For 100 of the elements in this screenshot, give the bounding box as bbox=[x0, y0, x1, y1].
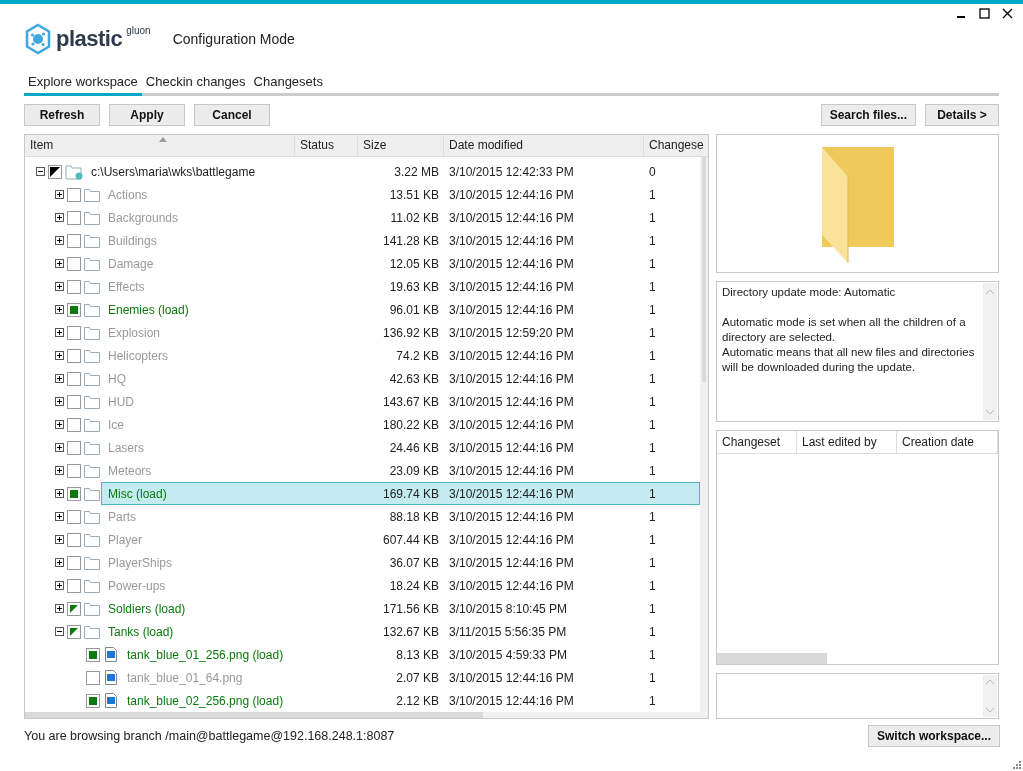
expand-icon[interactable] bbox=[55, 213, 64, 222]
item-name: Misc (load) bbox=[107, 485, 168, 503]
toolbar-button[interactable]: Cancel bbox=[194, 104, 270, 126]
checkbox[interactable] bbox=[67, 578, 81, 593]
expand-icon[interactable] bbox=[55, 512, 64, 521]
expand-icon[interactable] bbox=[55, 581, 64, 590]
size-cell-text: 180.22 KB bbox=[381, 417, 440, 432]
item-name: c:\Users\maria\wks\battlegame bbox=[90, 163, 257, 181]
checkbox[interactable] bbox=[67, 210, 81, 225]
logo-suffix: gluon bbox=[126, 25, 151, 36]
checkbox[interactable] bbox=[86, 670, 100, 685]
expand-icon[interactable] bbox=[55, 328, 64, 337]
size-cell-text: 42.63 KB bbox=[388, 371, 440, 386]
expand-icon[interactable] bbox=[55, 374, 64, 383]
checkbox[interactable] bbox=[67, 555, 81, 570]
checkbox[interactable] bbox=[67, 371, 81, 386]
checkbox[interactable] bbox=[48, 164, 62, 179]
column-header[interactable]: Last edited by bbox=[797, 431, 897, 455]
folder-icon bbox=[84, 486, 100, 501]
column-header[interactable]: Creation date bbox=[897, 431, 998, 455]
expand-icon[interactable] bbox=[55, 259, 64, 268]
expand-icon[interactable] bbox=[55, 420, 64, 429]
column-header[interactable]: Changeset bbox=[717, 431, 797, 455]
size-cell-text: 11.02 KB bbox=[389, 210, 440, 225]
scrollbar[interactable] bbox=[25, 712, 708, 718]
expand-icon[interactable] bbox=[55, 558, 64, 567]
checkbox[interactable] bbox=[67, 601, 81, 616]
folder-icon bbox=[84, 601, 100, 616]
size-cell-text: 18.24 KB bbox=[388, 578, 440, 593]
expand-icon[interactable] bbox=[55, 397, 64, 406]
item-name: Parts bbox=[107, 508, 137, 526]
checkbox[interactable] bbox=[67, 440, 81, 455]
expand-icon[interactable] bbox=[55, 489, 64, 498]
scrollbar[interactable] bbox=[982, 674, 998, 718]
column-header[interactable]: Date modified bbox=[444, 135, 644, 156]
size-cell-text: 3.22 MB bbox=[393, 164, 440, 179]
expand-icon[interactable] bbox=[55, 305, 64, 314]
expand-icon[interactable] bbox=[55, 466, 64, 475]
toolbar-button[interactable]: Search files... bbox=[820, 104, 916, 126]
maximize-icon[interactable] bbox=[979, 8, 990, 19]
toolbar-button[interactable]: Refresh bbox=[24, 104, 100, 126]
changeset-cell-text: 1 bbox=[648, 555, 657, 570]
checkbox[interactable] bbox=[67, 325, 81, 340]
tab[interactable]: Explore workspace bbox=[24, 74, 142, 96]
expand-icon[interactable] bbox=[55, 282, 64, 291]
checkbox[interactable] bbox=[67, 279, 81, 294]
resize-grip-icon[interactable] bbox=[1011, 759, 1021, 769]
tab[interactable]: Checkin changes bbox=[141, 74, 250, 96]
item-name: Tanks (load) bbox=[107, 623, 175, 641]
item-name: Buildings bbox=[107, 232, 158, 250]
date-cell-text: 3/10/2015 12:44:16 PM bbox=[448, 578, 575, 593]
checkbox[interactable] bbox=[67, 509, 81, 524]
checkbox[interactable] bbox=[67, 302, 81, 317]
changeset-cell-text: 1 bbox=[648, 509, 657, 524]
checkbox[interactable] bbox=[86, 647, 100, 662]
collapse-icon[interactable] bbox=[36, 167, 45, 176]
item-name: Soldiers (load) bbox=[107, 600, 187, 618]
item-name: Enemies (load) bbox=[107, 301, 190, 319]
item-name: tank_blue_01_256.png (load) bbox=[126, 646, 285, 664]
checkbox[interactable] bbox=[67, 348, 81, 363]
column-header[interactable]: Status bbox=[295, 135, 358, 156]
checkbox[interactable] bbox=[67, 256, 81, 271]
checkbox[interactable] bbox=[67, 233, 81, 248]
expand-icon[interactable] bbox=[55, 535, 64, 544]
switch-workspace-button[interactable]: Switch workspace... bbox=[867, 725, 1000, 747]
checkbox[interactable] bbox=[67, 532, 81, 547]
changeset-cell-text: 1 bbox=[648, 371, 657, 386]
expand-icon[interactable] bbox=[55, 443, 64, 452]
changeset-cell-text: 1 bbox=[648, 693, 657, 708]
checkbox[interactable] bbox=[86, 693, 100, 708]
checkbox[interactable] bbox=[67, 187, 81, 202]
date-cell-text: 3/10/2015 12:44:16 PM bbox=[448, 555, 575, 570]
expand-icon[interactable] bbox=[55, 190, 64, 199]
checkbox[interactable] bbox=[67, 486, 81, 501]
checkbox[interactable] bbox=[67, 394, 81, 409]
folder-icon bbox=[84, 555, 100, 570]
checkbox[interactable] bbox=[67, 417, 81, 432]
date-cell-text: 3/10/2015 12:44:16 PM bbox=[448, 302, 575, 317]
column-header[interactable]: Changese bbox=[644, 135, 708, 156]
changeset-cell-text: 1 bbox=[648, 279, 657, 294]
item-name: tank_blue_02_256.png (load) bbox=[126, 692, 285, 710]
expand-icon[interactable] bbox=[55, 604, 64, 613]
checkbox[interactable] bbox=[67, 624, 81, 639]
toolbar-button[interactable]: Apply bbox=[109, 104, 185, 126]
scrollbar[interactable] bbox=[700, 157, 708, 712]
scrollbar[interactable] bbox=[982, 282, 998, 422]
toolbar-button[interactable]: Details > bbox=[925, 104, 999, 126]
checkbox[interactable] bbox=[67, 463, 81, 478]
item-name: Lasers bbox=[107, 439, 146, 457]
expand-icon[interactable] bbox=[55, 351, 64, 360]
expand-icon[interactable] bbox=[55, 236, 64, 245]
close-icon[interactable] bbox=[1002, 8, 1013, 19]
changeset-cell-text: 1 bbox=[648, 578, 657, 593]
tab[interactable]: Changesets bbox=[249, 74, 327, 96]
column-header[interactable]: Size bbox=[358, 135, 444, 156]
collapse-icon[interactable] bbox=[55, 627, 64, 636]
item-name: Effects bbox=[107, 278, 146, 296]
sort-icon bbox=[159, 137, 167, 142]
item-name: HUD bbox=[107, 393, 135, 411]
size-cell-text: 12.05 KB bbox=[388, 256, 440, 271]
